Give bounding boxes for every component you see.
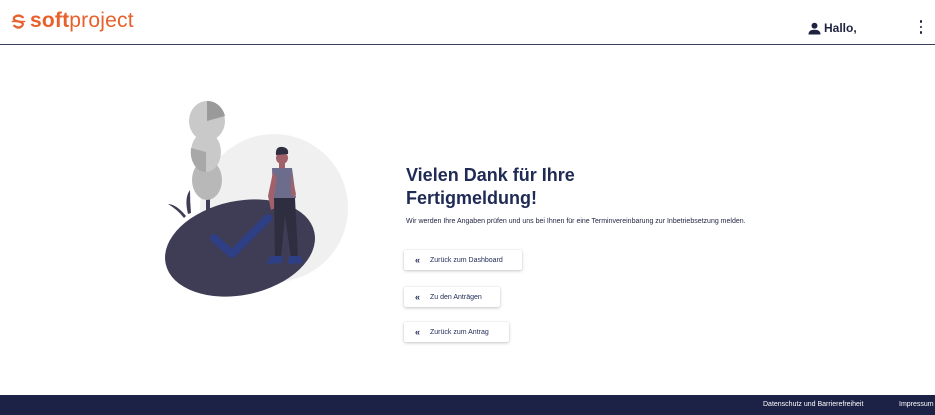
to-applications-label: Zu den Anträgen: [430, 293, 482, 301]
user-menu[interactable]: Hallo,: [808, 20, 857, 36]
double-chevron-left-icon: «: [415, 255, 421, 265]
confirmation-description: Wir werden Ihre Angaben prüfen und uns b…: [406, 218, 746, 225]
user-icon: [808, 22, 821, 35]
confirmation-content: Vielen Dank für Ihre Fertigmeldung! Wir …: [406, 164, 826, 227]
logo-text-light: project: [69, 9, 134, 32]
page-title: Vielen Dank für Ihre Fertigmeldung!: [406, 165, 575, 208]
app-footer: Datenschutz und Barrierefreiheit Impress…: [0, 395, 935, 415]
privacy-accessibility-link[interactable]: Datenschutz und Barrierefreiheit: [763, 401, 863, 408]
softproject-logo[interactable]: softproject: [10, 9, 134, 33]
success-illustration: [165, 100, 348, 297]
back-to-application-label: Zurück zum Antrag: [430, 328, 489, 336]
logo-text: softproject: [30, 9, 134, 33]
back-to-dashboard-button[interactable]: « Zurück zum Dashboard: [404, 250, 522, 270]
back-to-dashboard-label: Zurück zum Dashboard: [430, 256, 503, 264]
double-chevron-left-icon: «: [415, 292, 421, 302]
double-chevron-left-icon: «: [415, 327, 421, 337]
back-to-application-button[interactable]: « Zurück zum Antrag: [404, 322, 509, 342]
logo-mark-icon: [11, 13, 26, 29]
imprint-link[interactable]: Impressum: [899, 401, 934, 408]
logo-text-bold: soft: [30, 9, 70, 32]
greeting-text: Hallo,: [824, 21, 857, 35]
more-vert-icon[interactable]: [918, 20, 924, 34]
app-header: softproject Hallo,: [0, 0, 935, 45]
to-applications-button[interactable]: « Zu den Anträgen: [404, 287, 500, 307]
